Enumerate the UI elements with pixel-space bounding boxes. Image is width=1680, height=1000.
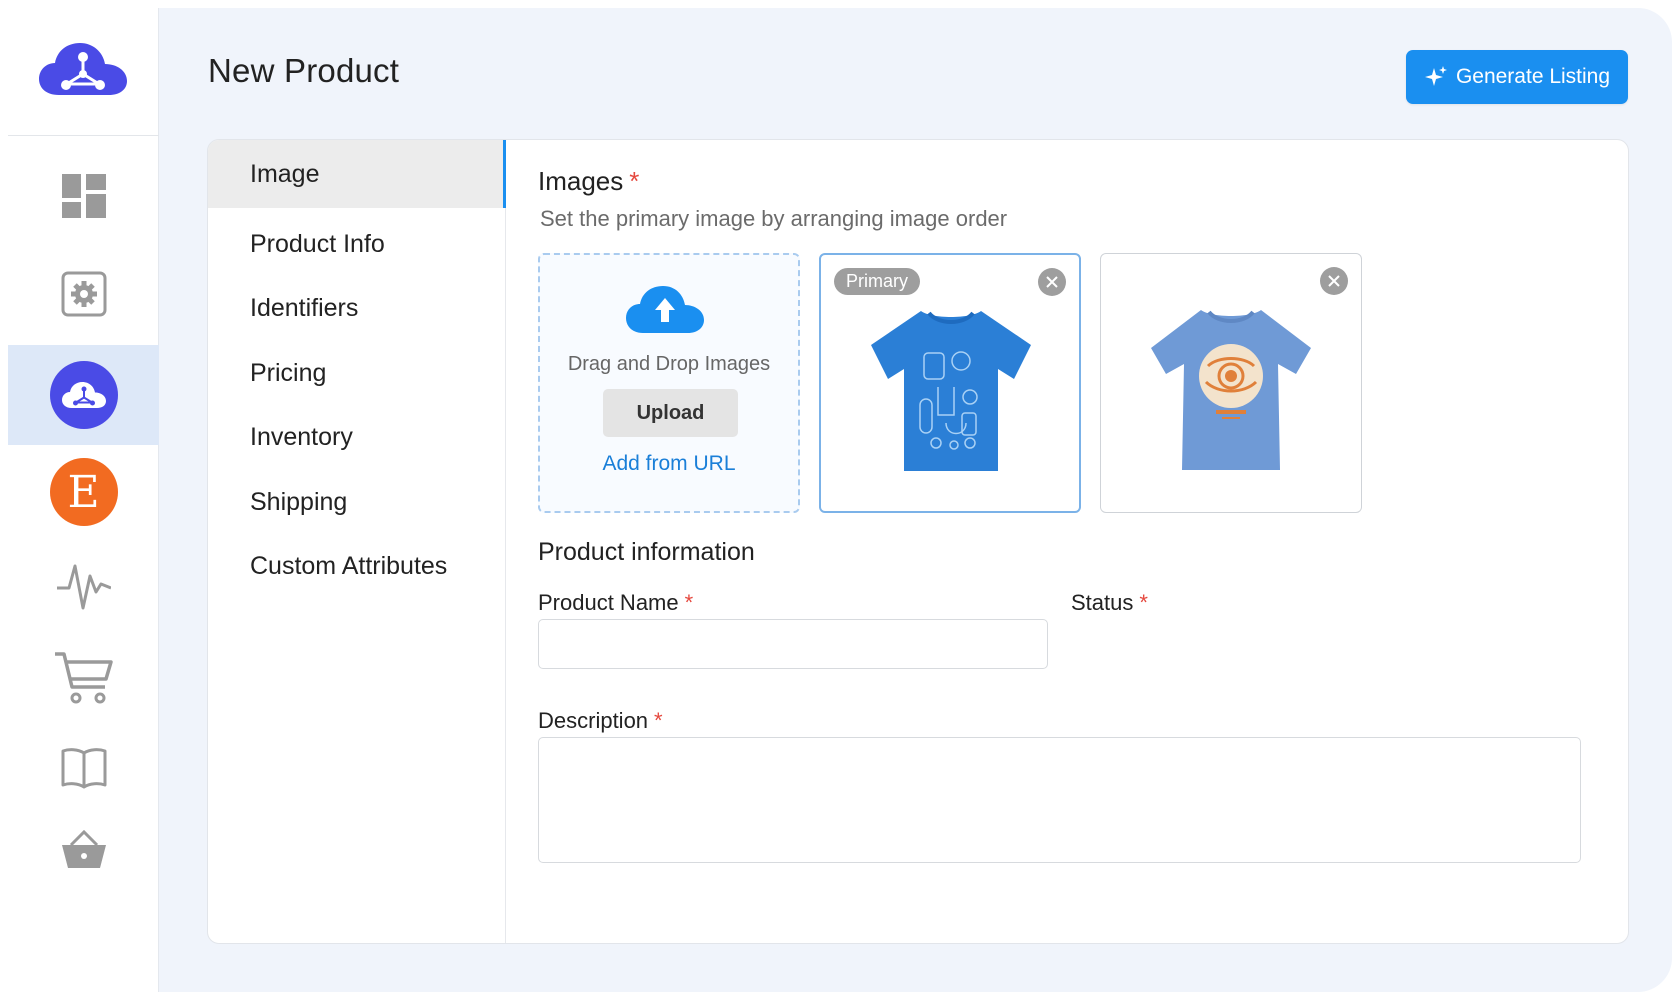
image-drop-zone[interactable]: Drag and Drop Images Upload Add from URL	[538, 253, 800, 513]
sidebar: E	[8, 8, 159, 992]
logo[interactable]	[8, 8, 159, 136]
app-window: E New Product Generate Listing Image Pro…	[8, 8, 1672, 992]
settings-icon	[61, 271, 106, 317]
required-marker: *	[684, 590, 694, 615]
tab-custom-attributes[interactable]: Custom Attributes	[208, 532, 506, 600]
sidebar-item-orders[interactable]	[8, 628, 159, 728]
images-section-title: Images *	[538, 166, 639, 197]
tab-content: Images * Set the primary image by arrangi…	[538, 140, 1618, 943]
dashboard-icon	[61, 174, 106, 218]
sidebar-item-shop[interactable]	[8, 800, 159, 900]
image-thumbnail-primary[interactable]: Primary	[819, 253, 1081, 513]
product-info-section-title: Product information	[538, 538, 755, 566]
required-marker: *	[1139, 590, 1148, 615]
add-from-url-link[interactable]: Add from URL	[540, 452, 798, 476]
required-marker: *	[629, 166, 640, 196]
images-hint: Set the primary image by arranging image…	[540, 206, 1008, 231]
cart-icon	[54, 652, 113, 704]
description-label: Description *	[538, 708, 663, 734]
tshirt-image	[1151, 310, 1311, 470]
primary-badge: Primary	[834, 268, 920, 295]
sidebar-item-products[interactable]	[8, 345, 159, 445]
product-form-card: Image Product Info Identifiers Pricing I…	[207, 139, 1629, 944]
status-label-text: Status	[1071, 590, 1134, 615]
status-label: Status *	[1071, 590, 1148, 616]
sidebar-item-etsy[interactable]: E	[8, 442, 159, 542]
drag-drop-text: Drag and Drop Images	[567, 353, 771, 375]
tab-pricing[interactable]: Pricing	[208, 339, 506, 407]
product-name-label-text: Product Name	[538, 590, 679, 615]
upload-button[interactable]: Upload	[603, 389, 738, 437]
description-input[interactable]	[538, 737, 1581, 863]
tshirt-image	[871, 311, 1031, 471]
etsy-icon: E	[49, 458, 118, 526]
cloud-network-icon	[49, 361, 118, 429]
cloud-network-logo-icon	[39, 43, 127, 95]
remove-image-icon[interactable]	[1038, 268, 1066, 296]
cloud-upload-icon	[626, 286, 704, 333]
book-icon	[61, 748, 106, 789]
product-name-input[interactable]	[538, 619, 1048, 669]
remove-image-icon[interactable]	[1320, 267, 1348, 295]
sidebar-item-dashboard[interactable]	[8, 146, 159, 246]
product-name-label: Product Name *	[538, 590, 693, 616]
tab-image[interactable]: Image	[208, 140, 506, 208]
image-thumbnail[interactable]	[1100, 253, 1362, 513]
tab-product-info[interactable]: Product Info	[208, 210, 506, 278]
page-title: New Product	[208, 52, 400, 89]
section-tabs: Image Product Info Identifiers Pricing I…	[208, 140, 506, 943]
sparkle-icon	[1424, 66, 1447, 86]
sidebar-item-settings[interactable]	[8, 244, 159, 344]
activity-icon	[56, 564, 111, 610]
generate-listing-label: Generate Listing	[1455, 65, 1611, 88]
tab-shipping[interactable]: Shipping	[208, 468, 506, 536]
basket-icon	[61, 830, 106, 868]
tab-inventory[interactable]: Inventory	[208, 403, 506, 471]
images-title-text: Images	[538, 166, 624, 196]
description-label-text: Description	[538, 708, 649, 733]
generate-listing-button[interactable]: Generate Listing	[1406, 50, 1628, 104]
required-marker: *	[654, 708, 663, 733]
sidebar-item-analytics[interactable]	[8, 536, 159, 636]
tab-identifiers[interactable]: Identifiers	[208, 274, 506, 342]
